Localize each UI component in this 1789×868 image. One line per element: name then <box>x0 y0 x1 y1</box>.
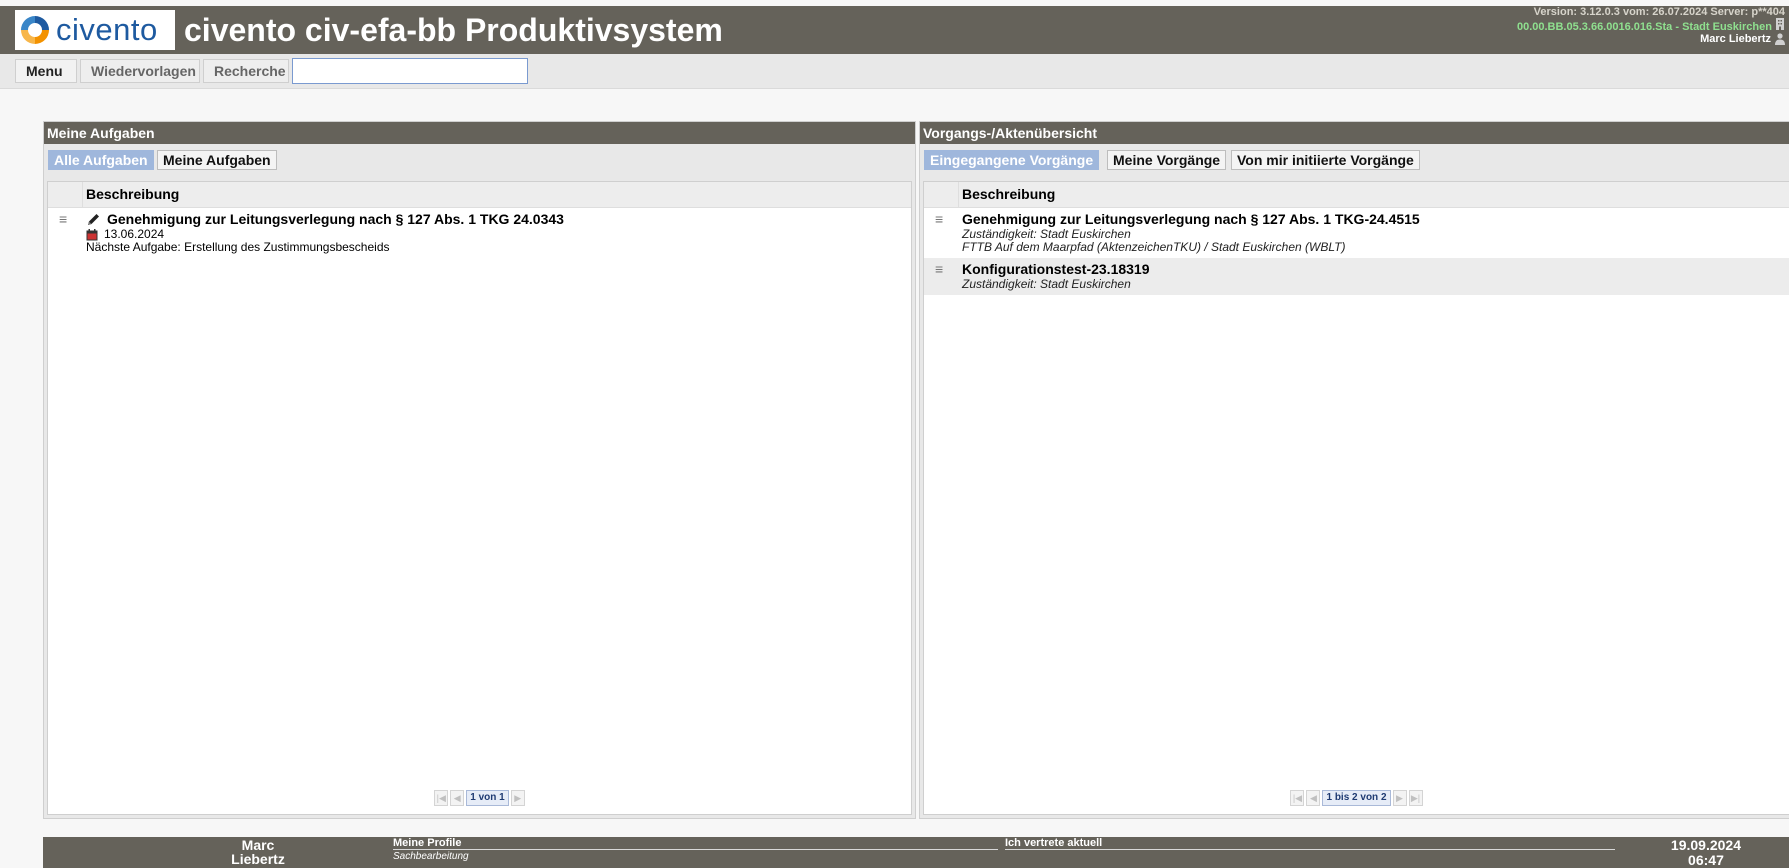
first-page-icon[interactable]: |◀ <box>1290 790 1305 806</box>
wiedervorlagen-button[interactable]: Wiedervorlagen <box>80 59 200 83</box>
user-text: Marc Liebertz <box>1517 33 1785 45</box>
search-input[interactable] <box>292 58 528 84</box>
first-page-icon[interactable]: |◀ <box>434 790 449 806</box>
table-row[interactable]: ≡ Genehmigung zur Leitungsverlegung nach… <box>48 208 911 258</box>
server-text: 00.00.BB.05.3.66.0016.016.Sta - Stadt Eu… <box>1517 18 1785 33</box>
prev-page-icon[interactable]: ◀ <box>450 790 465 806</box>
app-header: civento civento civ-efa-bb Produktivsyst… <box>0 6 1789 54</box>
user-name[interactable]: Marc Liebertz <box>1700 33 1771 45</box>
grid-corner <box>48 182 83 207</box>
footer-user[interactable]: Marc Liebertz <box>183 838 333 866</box>
grid-header: Beschreibung <box>48 182 911 208</box>
task-grid: Beschreibung ≡ Genehmigung zur Leitungsv… <box>47 181 912 815</box>
grid-header: Beschreibung <box>924 182 1789 208</box>
building-icon[interactable] <box>1775 18 1785 30</box>
header-info: Version: 3.12.0.3 vom: 26.07.2024 Server… <box>1517 6 1785 45</box>
table-row[interactable]: ≡ Konfigurationstest-23.18319 Zuständigk… <box>924 258 1789 295</box>
column-beschreibung[interactable]: Beschreibung <box>86 182 179 207</box>
table-row[interactable]: ≡ Genehmigung zur Leitungsverlegung nach… <box>924 208 1789 258</box>
menu-button[interactable]: Menu <box>15 59 77 83</box>
case-title[interactable]: Genehmigung zur Leitungsverlegung nach §… <box>962 211 1789 228</box>
row-menu-icon[interactable]: ≡ <box>935 262 945 276</box>
case-title[interactable]: Konfigurationstest-23.18319 <box>962 261 1789 278</box>
column-beschreibung[interactable]: Beschreibung <box>962 182 1055 207</box>
panel-title: Meine Aufgaben <box>44 122 915 144</box>
footer-user-first: Marc <box>241 837 275 853</box>
page-info: 1 bis 2 von 2 <box>1322 790 1391 806</box>
case-zustaendigkeit: Zuständigkeit: Stadt Euskirchen <box>962 277 1131 291</box>
footer-date: 19.09.2024 <box>1670 837 1741 853</box>
civento-logo-icon <box>21 16 49 44</box>
tab-alle-aufgaben[interactable]: Alle Aufgaben <box>48 150 154 170</box>
vorgangsuebersicht-panel: Vorgangs-/Aktenübersicht Eingegangene Vo… <box>919 121 1789 819</box>
task-next: Nächste Aufgabe: Erstellung des Zustimmu… <box>86 240 390 254</box>
version-text: Version: 3.12.0.3 vom: 26.07.2024 Server… <box>1533 6 1785 18</box>
recherche-button[interactable]: Recherche <box>203 59 289 83</box>
case-detail: FTTB Auf dem Maarpfad (AktenzeichenTKU) … <box>962 240 1346 254</box>
task-title[interactable]: Genehmigung zur Leitungsverlegung nach §… <box>107 211 564 228</box>
civento-logo: civento <box>15 10 175 50</box>
prev-page-icon[interactable]: ◀ <box>1306 790 1321 806</box>
user-icon[interactable] <box>1775 33 1785 45</box>
case-tabs: Eingegangene Vorgänge Meine Vorgänge Von… <box>920 144 1789 177</box>
tab-meine-aufgaben[interactable]: Meine Aufgaben <box>157 150 277 170</box>
row-menu-icon[interactable]: ≡ <box>935 212 945 226</box>
tab-meine-vorgaenge[interactable]: Meine Vorgänge <box>1107 150 1227 170</box>
footer-datetime: 19.09.2024 06:47 <box>1671 838 1741 868</box>
tab-eingegangene-vorgaenge[interactable]: Eingegangene Vorgänge <box>924 150 1100 170</box>
next-page-icon[interactable]: ▶ <box>1392 790 1407 806</box>
vertretung-label: Ich vertrete aktuell <box>1005 837 1615 850</box>
footer: Marc Liebertz Meine Profile Sachbearbeit… <box>43 837 1789 868</box>
calendar-icon <box>86 228 98 240</box>
profiles-label: Meine Profile <box>393 837 998 850</box>
app-title: civento civ-efa-bb Produktivsystem <box>184 12 723 48</box>
case-grid: Beschreibung ≡ Genehmigung zur Leitungsv… <box>923 181 1789 815</box>
grid-corner <box>924 182 959 207</box>
pager: |◀ ◀ 1 von 1 ▶ <box>48 790 911 806</box>
footer-time: 06:47 <box>1688 852 1724 868</box>
server-label: 00.00.BB.05.3.66.0016.016.Sta - Stadt Eu… <box>1516 21 1772 33</box>
task-tabs: Alle Aufgaben Meine Aufgaben <box>44 144 915 177</box>
page-info: 1 von 1 <box>466 790 509 806</box>
meine-aufgaben-panel: Meine Aufgaben Alle Aufgaben Meine Aufga… <box>43 121 916 819</box>
row-menu-icon[interactable]: ≡ <box>59 212 69 226</box>
logo-text: civento <box>56 12 158 47</box>
toolbar: Menu Wiedervorlagen Recherche <box>0 54 1789 89</box>
last-page-icon[interactable]: ▶| <box>1408 790 1423 806</box>
pager: |◀ ◀ 1 bis 2 von 2 ▶ ▶| <box>924 790 1789 806</box>
footer-user-last: Liebertz <box>231 851 285 867</box>
tab-initiierte-vorgaenge[interactable]: Von mir initiierte Vorgänge <box>1231 150 1420 170</box>
profile-item[interactable]: Sachbearbeitung <box>393 851 469 862</box>
pencil-icon[interactable] <box>86 212 101 227</box>
panel-title: Vorgangs-/Aktenübersicht <box>920 122 1789 144</box>
next-page-icon[interactable]: ▶ <box>510 790 525 806</box>
